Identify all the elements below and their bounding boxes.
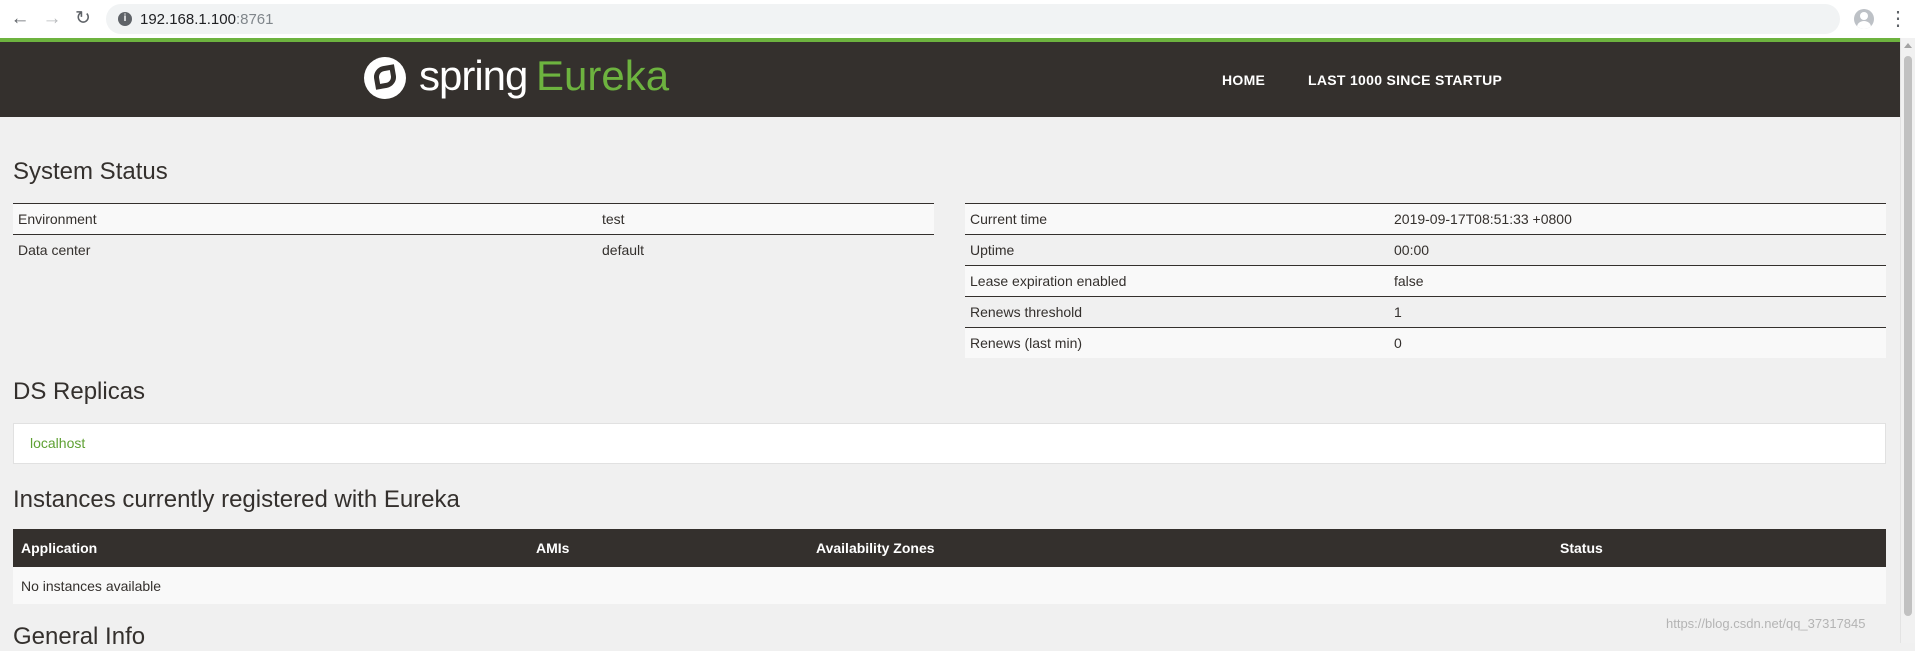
replica-link-localhost[interactable]: localhost bbox=[30, 435, 85, 451]
url-host: 192.168.1.100 bbox=[140, 11, 236, 28]
logo-eureka-text[interactable]: Eureka bbox=[536, 52, 669, 100]
page-scrollbar[interactable] bbox=[1900, 38, 1915, 643]
renews-threshold-label: Renews threshold bbox=[965, 296, 1389, 328]
column-header-status: Status bbox=[1552, 529, 1886, 567]
site-info-icon[interactable]: i bbox=[118, 12, 132, 26]
current-time-value: 2019-09-17T08:51:33 +0800 bbox=[1389, 203, 1886, 235]
forward-arrow-icon[interactable]: → bbox=[40, 7, 64, 31]
url-text[interactable]: 192.168.1.100:8761 bbox=[140, 11, 273, 28]
no-instances-message: No instances available bbox=[13, 567, 1886, 604]
scrollbar-thumb[interactable] bbox=[1904, 56, 1912, 616]
table-row: Uptime 00:00 bbox=[965, 234, 1886, 266]
table-row: Renews threshold 1 bbox=[965, 296, 1886, 328]
data-center-value: default bbox=[597, 234, 934, 265]
lease-expiration-label: Lease expiration enabled bbox=[965, 265, 1389, 297]
column-header-availability-zones: Availability Zones bbox=[808, 529, 1552, 567]
nav-last-1000-link[interactable]: LAST 1000 SINCE STARTUP bbox=[1308, 72, 1502, 88]
nav-home-link[interactable]: HOME bbox=[1222, 72, 1265, 88]
ds-replicas-heading: DS Replicas bbox=[13, 378, 146, 405]
browser-menu-icon[interactable]: ⋮ bbox=[1888, 8, 1908, 30]
address-bar[interactable]: i 192.168.1.100:8761 bbox=[106, 4, 1840, 34]
data-center-label: Data center bbox=[13, 234, 597, 265]
scroll-up-arrow-icon[interactable] bbox=[1904, 43, 1912, 48]
column-header-application: Application bbox=[13, 529, 528, 567]
table-row: Lease expiration enabled false bbox=[965, 265, 1886, 297]
back-arrow-icon[interactable]: ← bbox=[8, 7, 32, 31]
instances-header-row: Application AMIs Availability Zones Stat… bbox=[13, 529, 1886, 567]
reload-icon[interactable]: ↻ bbox=[71, 7, 95, 31]
profile-avatar-icon[interactable] bbox=[1854, 9, 1874, 29]
url-port: :8761 bbox=[235, 11, 274, 28]
spring-leaf-logo-icon[interactable] bbox=[364, 57, 406, 99]
browser-toolbar: ← → ↻ i 192.168.1.100:8761 ⋮ bbox=[0, 0, 1915, 39]
eureka-navbar: spring Eureka HOME LAST 1000 SINCE START… bbox=[0, 38, 1900, 117]
current-time-label: Current time bbox=[965, 203, 1389, 235]
environment-label: Environment bbox=[13, 203, 597, 235]
table-row: No instances available bbox=[13, 567, 1886, 604]
ds-replicas-panel: localhost bbox=[13, 423, 1886, 464]
watermark-text: https://blog.csdn.net/qq_37317845 bbox=[1666, 616, 1866, 631]
lease-expiration-value: false bbox=[1389, 265, 1886, 297]
instances-table: Application AMIs Availability Zones Stat… bbox=[13, 529, 1886, 604]
renews-last-min-value: 0 bbox=[1389, 327, 1886, 358]
column-header-amis: AMIs bbox=[528, 529, 808, 567]
table-row: Environment test bbox=[13, 203, 934, 235]
system-status-right-table: Current time 2019-09-17T08:51:33 +0800 U… bbox=[965, 203, 1886, 358]
table-row: Data center default bbox=[13, 234, 934, 265]
uptime-label: Uptime bbox=[965, 234, 1389, 266]
table-row: Renews (last min) 0 bbox=[965, 327, 1886, 358]
instances-heading: Instances currently registered with Eure… bbox=[13, 486, 460, 513]
general-info-heading: General Info bbox=[13, 623, 146, 650]
renews-threshold-value: 1 bbox=[1389, 296, 1886, 328]
table-row: Current time 2019-09-17T08:51:33 +0800 bbox=[965, 203, 1886, 235]
system-status-left-table: Environment test Data center default bbox=[13, 203, 934, 265]
system-status-heading: System Status bbox=[13, 158, 168, 185]
logo-spring-text[interactable]: spring bbox=[419, 52, 528, 100]
uptime-value: 00:00 bbox=[1389, 234, 1886, 266]
renews-last-min-label: Renews (last min) bbox=[965, 327, 1389, 358]
environment-value: test bbox=[597, 203, 934, 235]
